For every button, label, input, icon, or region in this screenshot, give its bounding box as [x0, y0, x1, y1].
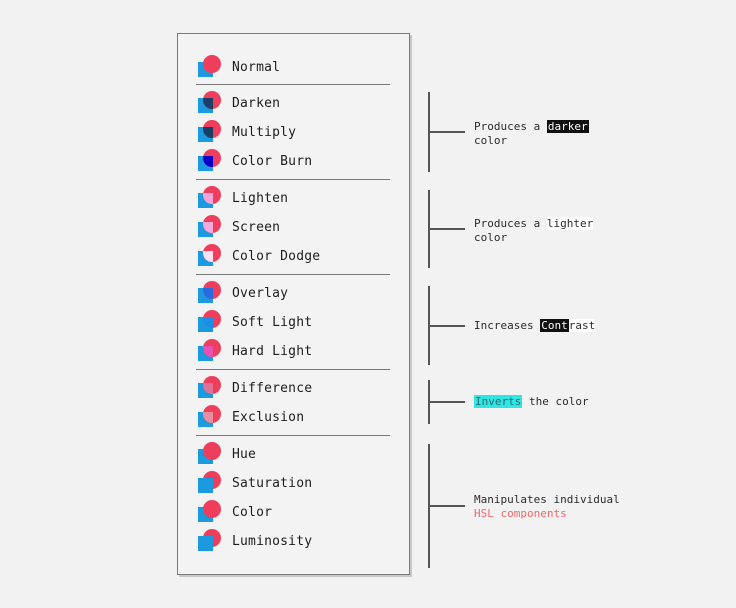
blend-swatch-icon: [196, 244, 222, 268]
blend-mode-color[interactable]: Color: [196, 500, 272, 524]
blend-mode-label: Color Burn: [232, 153, 313, 169]
blend-mode-difference[interactable]: Difference: [196, 376, 312, 400]
blend-swatch-icon: [196, 281, 222, 305]
blend-mode-label: Saturation: [232, 475, 313, 491]
blend-mode-luminosity[interactable]: Luminosity: [196, 529, 312, 553]
blend-mode-label: Screen: [232, 219, 281, 235]
blend-mode-label: Darken: [232, 95, 281, 111]
blend-mode-label: Color Dodge: [232, 248, 321, 264]
desc-text: color: [474, 231, 508, 244]
blend-mode-label: Color: [232, 504, 273, 520]
description-darken: Produces a darker color: [474, 120, 589, 148]
desc-text: Increases: [474, 319, 541, 332]
highlight-inverts: Inverts: [474, 395, 523, 408]
blend-swatch-icon: [196, 376, 222, 400]
blend-mode-color-dodge[interactable]: Color Dodge: [196, 244, 320, 268]
bracket-connector: [429, 505, 465, 507]
desc-text: Manipulates individual: [474, 493, 620, 506]
bracket-connector: [429, 325, 465, 327]
swatch-circle: [203, 442, 221, 460]
blend-mode-exclusion[interactable]: Exclusion: [196, 405, 304, 429]
blend-swatch-icon: [196, 120, 222, 144]
blend-swatch-icon: [196, 500, 222, 524]
blend-swatch-icon: [196, 405, 222, 429]
blend-mode-overlay[interactable]: Overlay: [196, 281, 288, 305]
group-divider: [196, 369, 390, 370]
highlight-lighter: lighter: [546, 217, 594, 230]
swatch-square: [198, 536, 213, 551]
blend-mode-label: Normal: [232, 59, 281, 75]
blend-mode-label: Exclusion: [232, 409, 305, 425]
desc-text: Produces a: [474, 217, 547, 230]
description-contrast: Increases Contrast: [474, 319, 596, 333]
blend-swatch-icon: [196, 149, 222, 173]
hsl-components-text: HSL components: [474, 507, 567, 520]
blend-mode-multiply[interactable]: Multiply: [196, 120, 296, 144]
blend-mode-label: Multiply: [232, 124, 297, 140]
swatch-square: [198, 478, 213, 493]
blend-mode-soft-light[interactable]: Soft Light: [196, 310, 312, 334]
blend-mode-label: Overlay: [232, 285, 289, 301]
group-divider: [196, 179, 390, 180]
description-invert: Inverts the color: [474, 395, 589, 409]
blend-swatch-icon: [196, 310, 222, 334]
group-divider: [196, 274, 390, 275]
group-divider: [196, 84, 390, 85]
blend-mode-color-burn[interactable]: Color Burn: [196, 149, 312, 173]
desc-text: color: [474, 134, 508, 147]
blend-mode-label: Soft Light: [232, 314, 313, 330]
blend-mode-label: Difference: [232, 380, 313, 396]
description-lighten: Produces a lighter color: [474, 217, 594, 245]
blend-swatch-icon: [196, 339, 222, 363]
blend-mode-normal[interactable]: Normal: [196, 55, 280, 79]
blend-swatch-icon: [196, 186, 222, 210]
desc-text: the color: [522, 395, 589, 408]
blend-mode-label: Hard Light: [232, 343, 313, 359]
blend-swatch-icon: [196, 55, 222, 79]
group-divider: [196, 435, 390, 436]
highlight-cont: Cont: [540, 319, 569, 332]
bracket-connector: [429, 401, 465, 403]
blend-swatch-icon: [196, 442, 222, 466]
blend-mode-screen[interactable]: Screen: [196, 215, 280, 239]
blend-mode-label: Hue: [232, 446, 257, 462]
desc-text: Produces a: [474, 120, 547, 133]
highlight-rast: rast: [568, 319, 596, 332]
blend-mode-saturation[interactable]: Saturation: [196, 471, 312, 495]
blend-mode-label: Luminosity: [232, 533, 313, 549]
blend-swatch-icon: [196, 529, 222, 553]
bracket-connector: [429, 131, 465, 133]
blend-mode-label: Lighten: [232, 190, 289, 206]
blend-mode-darken[interactable]: Darken: [196, 91, 280, 115]
blend-mode-lighten[interactable]: Lighten: [196, 186, 288, 210]
blend-mode-hard-light[interactable]: Hard Light: [196, 339, 312, 363]
blend-swatch-icon: [196, 91, 222, 115]
bracket-connector: [429, 228, 465, 230]
highlight-darker: darker: [546, 120, 589, 133]
blend-swatch-icon: [196, 215, 222, 239]
blend-modes-panel: Normal Darken Multiply Color Burn Lighte…: [177, 33, 410, 575]
blend-mode-hue[interactable]: Hue: [196, 442, 256, 466]
blend-swatch-icon: [196, 471, 222, 495]
swatch-circle: [203, 500, 221, 518]
description-hsl: Manipulates individual HSL components: [474, 493, 620, 521]
